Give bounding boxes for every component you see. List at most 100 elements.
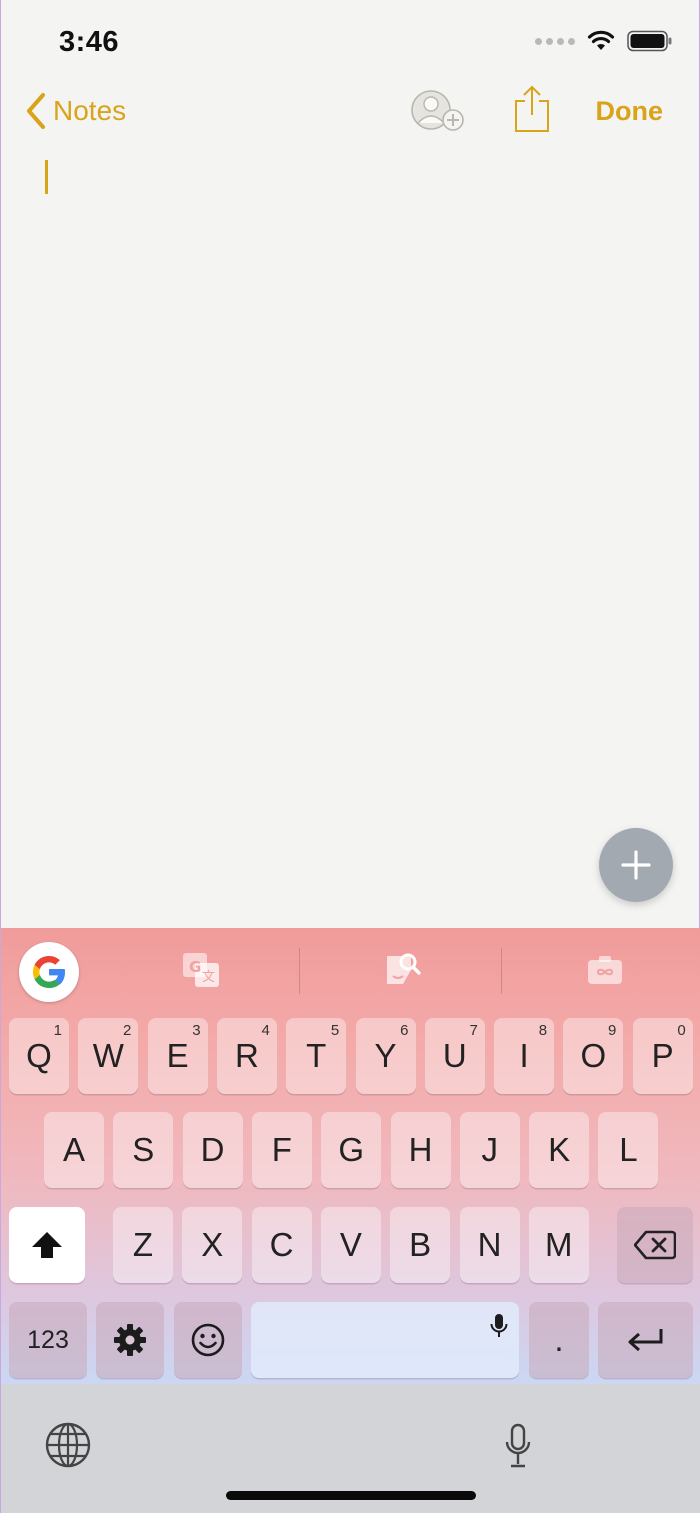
done-button[interactable]: Done	[596, 96, 664, 127]
battery-icon	[627, 30, 672, 52]
key-label: D	[200, 1131, 225, 1168]
key-label: M	[545, 1226, 573, 1263]
key[interactable]: F	[251, 1112, 312, 1188]
key-number-hint: 3	[192, 1022, 201, 1039]
key[interactable]: O9	[563, 1018, 624, 1094]
key-number-hint: 7	[469, 1022, 478, 1039]
key-number-hint: 4	[261, 1022, 270, 1039]
settings-key[interactable]	[96, 1302, 164, 1378]
emoji-icon	[191, 1323, 225, 1357]
add-person-button[interactable]	[409, 88, 467, 139]
key[interactable]: Q1	[9, 1018, 69, 1094]
gif-camera-icon	[588, 956, 622, 984]
key[interactable]: Y6	[355, 1018, 416, 1094]
translate-icon: G 文	[183, 953, 219, 987]
key-label: K	[548, 1131, 571, 1168]
key[interactable]: S	[113, 1112, 174, 1188]
period-key[interactable]: .	[529, 1302, 589, 1378]
key[interactable]: V	[320, 1207, 381, 1283]
key-label: Q	[26, 1037, 52, 1074]
key-label: F	[271, 1131, 292, 1168]
translate-button[interactable]: G 文	[181, 950, 221, 990]
key[interactable]: X	[182, 1207, 243, 1283]
key[interactable]: N	[459, 1207, 520, 1283]
cellular-signal-icon	[535, 37, 575, 45]
key[interactable]: G	[321, 1112, 382, 1188]
key[interactable]: D	[182, 1112, 243, 1188]
gif-button[interactable]	[585, 950, 625, 990]
key[interactable]: H	[390, 1112, 451, 1188]
key-number-hint: 6	[400, 1022, 409, 1039]
key[interactable]: B	[390, 1207, 451, 1283]
share-button[interactable]	[513, 84, 551, 139]
globe-button[interactable]	[43, 1420, 93, 1475]
key-number-hint: 8	[538, 1022, 548, 1039]
key-label: B	[409, 1226, 432, 1263]
key[interactable]: K	[529, 1112, 590, 1188]
globe-icon	[45, 1422, 91, 1468]
mic-icon	[490, 1314, 508, 1337]
back-button[interactable]: Notes	[25, 92, 126, 130]
key-label: V	[339, 1226, 362, 1263]
note-body-editor[interactable]	[1, 150, 699, 920]
key[interactable]: R4	[216, 1018, 277, 1094]
key[interactable]: T5	[286, 1018, 347, 1094]
sticker-search-button[interactable]	[383, 950, 423, 990]
key-label: H	[408, 1131, 433, 1168]
key-label: A	[62, 1131, 85, 1168]
key-label: P	[651, 1037, 674, 1074]
key-label: C	[269, 1226, 294, 1263]
key-label: N	[477, 1226, 502, 1263]
key-label: X	[201, 1226, 224, 1263]
key[interactable]: P0	[632, 1018, 693, 1094]
key-number-hint: 9	[608, 1022, 617, 1039]
add-floating-button[interactable]	[599, 828, 673, 902]
add-person-icon	[411, 90, 464, 131]
space-key[interactable]	[251, 1302, 519, 1378]
key[interactable]: C	[251, 1207, 312, 1283]
key-label: S	[132, 1131, 155, 1168]
key[interactable]: A	[44, 1112, 104, 1188]
key-number-hint: 2	[122, 1022, 132, 1039]
key-number-hint: 0	[677, 1022, 686, 1039]
settings-icon	[114, 1324, 146, 1356]
dictation-button[interactable]	[503, 1422, 533, 1475]
chevron-left-icon	[27, 93, 45, 129]
key-label: U	[442, 1037, 467, 1074]
share-icon	[515, 85, 549, 132]
key-label: J	[481, 1131, 499, 1168]
key[interactable]: M	[528, 1207, 589, 1283]
dictation-mic-icon	[505, 1423, 531, 1468]
key-label: W	[92, 1037, 124, 1074]
key-label: Z	[132, 1226, 154, 1263]
toolbar-divider	[501, 948, 502, 994]
key[interactable]: I8	[494, 1018, 555, 1094]
status-indicators	[535, 30, 673, 52]
google-button[interactable]	[19, 942, 79, 1002]
shift-key[interactable]	[9, 1207, 85, 1283]
key-label: R	[234, 1037, 259, 1074]
google-g-icon	[33, 956, 65, 988]
key[interactable]: U7	[424, 1018, 485, 1094]
key[interactable]: L	[598, 1112, 659, 1188]
key-label: T	[306, 1037, 327, 1074]
key[interactable]: J	[459, 1112, 520, 1188]
backspace-key[interactable]	[617, 1207, 693, 1283]
shift-icon	[32, 1232, 62, 1258]
emoji-key[interactable]	[174, 1302, 242, 1378]
key-label: O	[580, 1037, 607, 1074]
key[interactable]: E3	[147, 1018, 208, 1094]
key-label: L	[619, 1131, 638, 1168]
key[interactable]: Z	[113, 1207, 173, 1283]
status-time: 3:46	[59, 26, 120, 58]
key-number-hint: 1	[53, 1022, 62, 1039]
return-key[interactable]	[598, 1302, 693, 1378]
numbers-key[interactable]: 123	[9, 1302, 87, 1378]
key-number-hint: 5	[330, 1022, 340, 1039]
key-label: E	[166, 1037, 189, 1074]
sticker-search-icon	[387, 953, 421, 984]
key-label: I	[519, 1037, 529, 1074]
back-label: Notes	[53, 95, 127, 126]
key[interactable]: W2	[78, 1018, 139, 1094]
svg-text:文: 文	[202, 970, 215, 985]
